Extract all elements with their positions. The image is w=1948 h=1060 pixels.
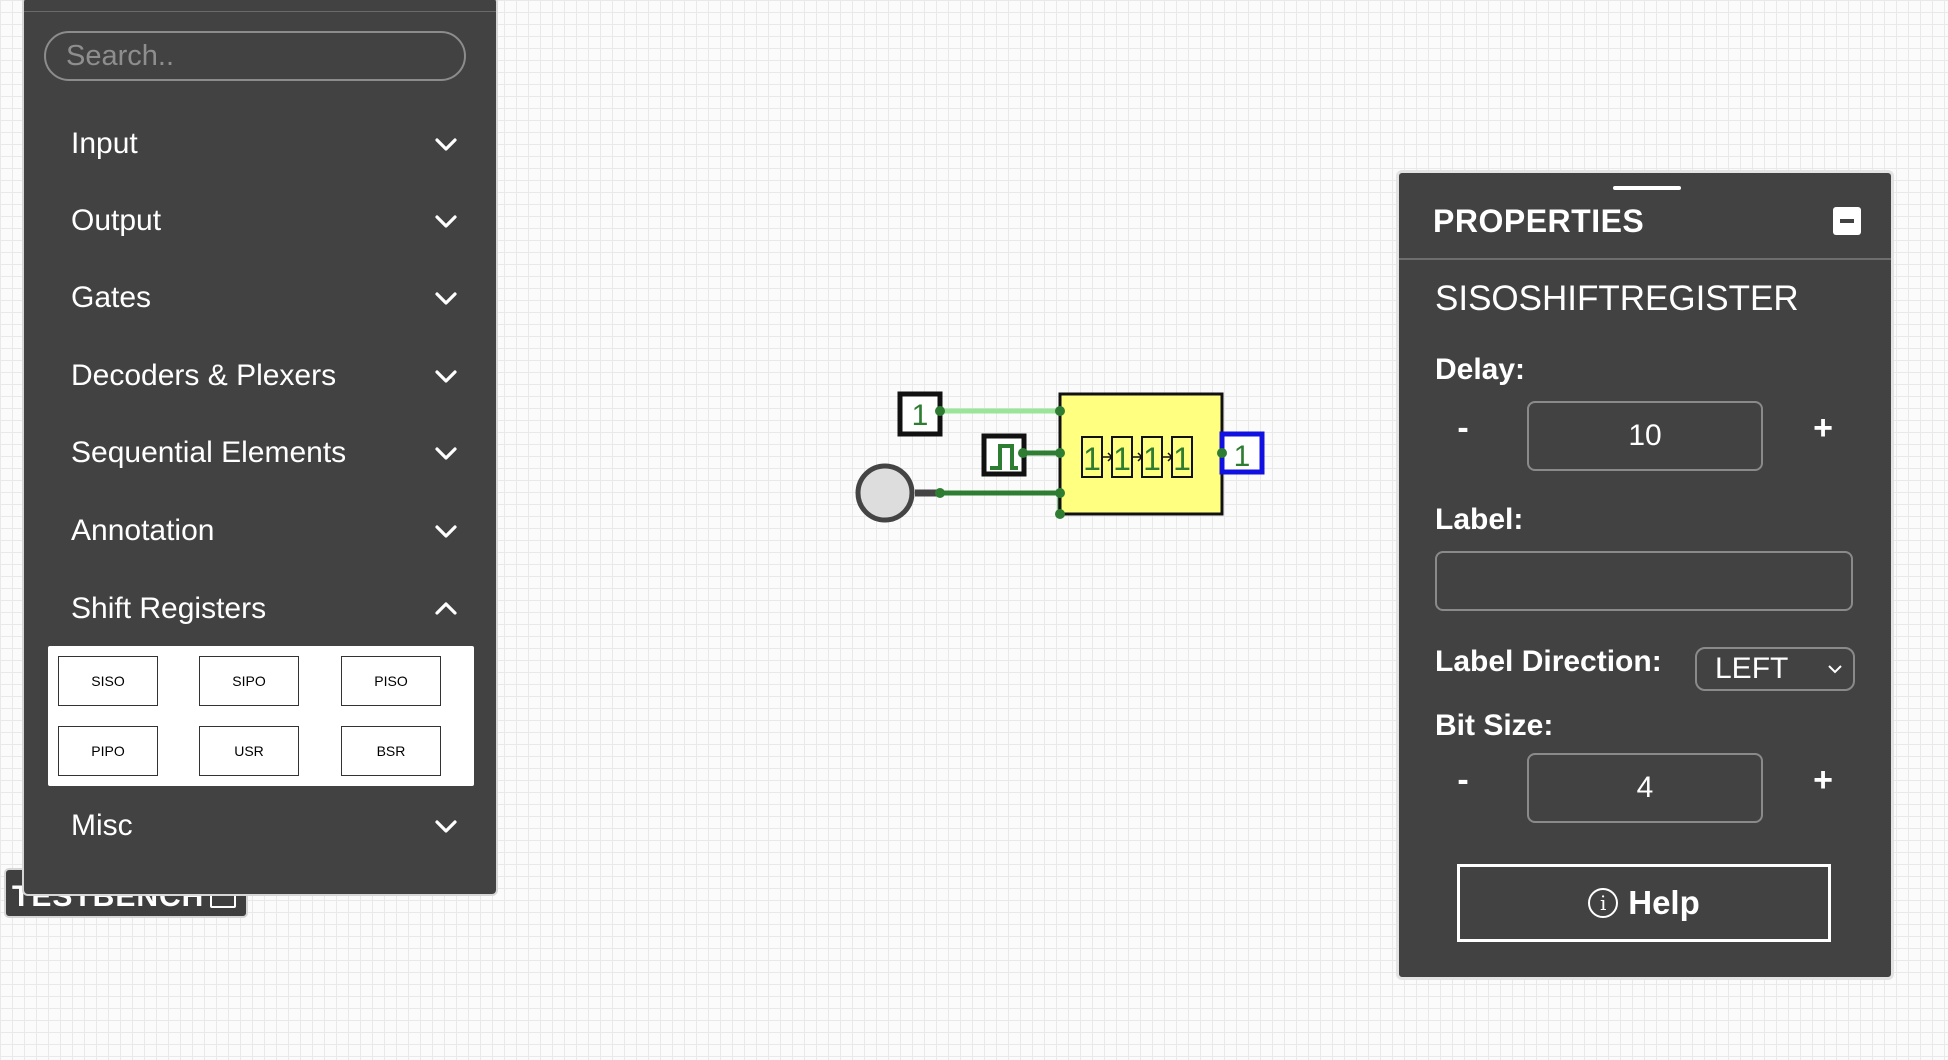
category-sequential-elements[interactable]: Sequential Elements bbox=[24, 423, 496, 483]
delay-increment-button[interactable]: + bbox=[1803, 409, 1843, 448]
sipo-button[interactable]: SIPO bbox=[199, 656, 299, 706]
bit-size-input[interactable]: 4 bbox=[1527, 753, 1763, 823]
search-input[interactable] bbox=[44, 31, 466, 81]
divider bbox=[24, 11, 496, 12]
usr-button[interactable]: USR bbox=[199, 726, 299, 776]
drag-handle[interactable] bbox=[1613, 186, 1681, 190]
category-label: Shift Registers bbox=[71, 592, 267, 625]
info-icon: i bbox=[1588, 888, 1619, 918]
category-label: Input bbox=[71, 127, 138, 160]
siso-button[interactable]: SISO bbox=[58, 656, 158, 706]
properties-panel: PROPERTIES SISOSHIFTREGISTER Delay: - 10… bbox=[1396, 170, 1894, 980]
divider bbox=[1399, 258, 1891, 260]
help-button[interactable]: i Help bbox=[1457, 864, 1831, 942]
category-label: Misc bbox=[71, 809, 133, 842]
register-bit: 1 bbox=[1113, 441, 1131, 477]
shift-registers-grid: SISO SIPO PISO PIPO USR BSR bbox=[48, 646, 474, 786]
bit-size-label: Bit Size: bbox=[1435, 709, 1554, 742]
category-label: Annotation bbox=[71, 514, 215, 547]
elements-panel: Input Output Gates Decoders & Plexers Se… bbox=[22, 0, 498, 896]
category-misc[interactable]: Misc bbox=[24, 796, 496, 856]
chevron-up-icon bbox=[435, 602, 457, 615]
pipo-button[interactable]: PIPO bbox=[58, 726, 158, 776]
circuit-canvas[interactable]: 1 1 1 1 1 1 bbox=[840, 380, 1280, 540]
minimize-icon[interactable] bbox=[1833, 207, 1861, 235]
delay-input[interactable]: 10 bbox=[1527, 401, 1763, 471]
label-direction-value: LEFT bbox=[1715, 652, 1789, 685]
chevron-down-icon bbox=[435, 525, 457, 538]
bit-size-increment-button[interactable]: + bbox=[1803, 761, 1843, 800]
chevron-down-icon bbox=[435, 820, 457, 833]
button-input[interactable] bbox=[855, 463, 915, 523]
chevron-down-icon bbox=[435, 215, 457, 228]
category-annotation[interactable]: Annotation bbox=[24, 501, 496, 561]
category-gates[interactable]: Gates bbox=[24, 268, 496, 328]
category-label: Decoders & Plexers bbox=[71, 359, 337, 392]
category-output[interactable]: Output bbox=[24, 191, 496, 251]
element-name: SISOSHIFTREGISTER bbox=[1435, 279, 1799, 318]
output-value: 1 bbox=[1234, 440, 1251, 473]
help-label: Help bbox=[1628, 884, 1700, 921]
label-input[interactable] bbox=[1435, 551, 1853, 611]
chevron-down-icon bbox=[435, 370, 457, 383]
category-label: Output bbox=[71, 204, 162, 237]
label-label: Label: bbox=[1435, 503, 1524, 536]
bsr-button[interactable]: BSR bbox=[341, 726, 441, 776]
category-label: Gates bbox=[71, 281, 152, 314]
chevron-down-icon bbox=[435, 292, 457, 305]
panel-title: PROPERTIES bbox=[1433, 203, 1645, 239]
chevron-down-icon bbox=[435, 138, 457, 151]
piso-button[interactable]: PISO bbox=[341, 656, 441, 706]
category-label: Sequential Elements bbox=[71, 436, 347, 469]
label-direction-select[interactable]: LEFT bbox=[1695, 647, 1855, 691]
register-bit: 1 bbox=[1143, 441, 1161, 477]
register-bit: 1 bbox=[1083, 441, 1101, 477]
category-decoders-plexers[interactable]: Decoders & Plexers bbox=[24, 346, 496, 406]
bit-size-decrement-button[interactable]: - bbox=[1443, 761, 1483, 800]
category-shift-registers[interactable]: Shift Registers bbox=[24, 579, 496, 639]
delay-label: Delay: bbox=[1435, 353, 1526, 386]
delay-decrement-button[interactable]: - bbox=[1443, 409, 1483, 448]
category-input[interactable]: Input bbox=[24, 114, 496, 174]
label-direction-label: Label Direction: bbox=[1435, 645, 1662, 678]
chevron-down-icon bbox=[1828, 665, 1842, 674]
constant-value: 1 bbox=[912, 399, 929, 432]
register-bit: 1 bbox=[1173, 441, 1191, 477]
chevron-down-icon bbox=[435, 447, 457, 460]
